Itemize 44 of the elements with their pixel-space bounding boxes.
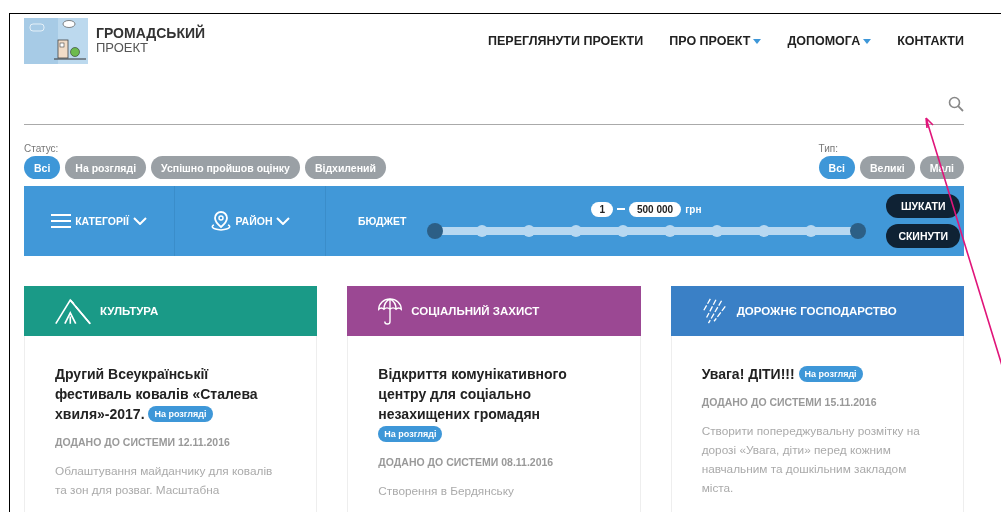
project-card[interactable]: Увага! ДІТИ!!! На розгляді ДОДАНО ДО СИСТЕМИ 15.11.2016 Створити попереджувальну розмітку на дорозі «Увага, діти» перед кожним навчальним та дошкільним закладом міста. — [670, 336, 964, 512]
chevron-down-icon — [132, 217, 147, 225]
chevron-down-icon — [276, 217, 291, 225]
project-description: Облаштування майданчику для ковалів та зон для розваг. Масштабна — [55, 463, 274, 499]
nav-link[interactable]: КОНТАКТИ — [897, 34, 964, 48]
filter-label: Тип: — [818, 143, 840, 154]
date-added: ДОДАНО ДО СИСТЕМИ 08.11.2016 — [378, 456, 555, 468]
project-title[interactable]: Увага! ДІТИ!!! На розгляді — [701, 364, 929, 384]
budget-label: БЮДЖЕТ — [358, 215, 407, 227]
category-header[interactable]: СОЦІАЛЬНИЙ ЗАХИСТ — [347, 286, 641, 336]
project-title[interactable]: Другий Всеукраїнськії фестиваль ковалів «Сталева хвиля»-2017. На розгляді — [55, 364, 283, 424]
slider-handle[interactable] — [850, 222, 867, 239]
filter-button[interactable]: СКИНУТИ — [886, 224, 960, 248]
project-card[interactable]: Відкриття комунікативного центру для соціально незахищених громадян На розгляді ДОДАНО ДО СИСТЕМИ 08.11.2016 Створення в Бердянську — [347, 336, 641, 512]
project-title[interactable]: Відкриття комунікативного центру для соціально незахищених громадян На розгляді — [378, 364, 606, 444]
project-card[interactable]: Другий Всеукраїнськії фестиваль ковалів «Сталева хвиля»-2017. На розгляді ДОДАНО ДО СИСТЕМИ 12.11.2016 Облаштування майданчику для ковалів та зон для розваг. Масштабна — [24, 336, 318, 512]
search-icon[interactable] — [948, 96, 964, 112]
category-header[interactable]: ДОРОЖНЄ ГОСПОДАРСТВО — [670, 286, 964, 336]
project-description: Створити попереджувальну розмітку на дорозі «Увага, діти» перед кожним навчальним та дошкільним закладом міста. — [701, 423, 921, 497]
nav-link[interactable]: ДОПОМОГА — [787, 34, 872, 48]
umbrella-icon — [377, 296, 404, 326]
filter-button[interactable]: ШУКАТИ — [886, 194, 960, 218]
logo-drawing[interactable] — [24, 18, 88, 64]
filter-label: Статус: — [24, 143, 60, 154]
caret-icon[interactable] — [753, 38, 762, 44]
budget-slider[interactable] — [426, 222, 867, 239]
menu-icon — [51, 214, 72, 228]
status-badge: На розгляді — [148, 406, 213, 422]
budget-to-value[interactable]: 500 000 — [629, 201, 682, 217]
status-badge: На розгляді — [798, 366, 863, 382]
logo-subtitle: ПРОЕКТ — [96, 41, 149, 55]
caret-icon[interactable] — [863, 38, 872, 44]
currency-label: грн — [685, 203, 702, 215]
date-added: ДОДАНО ДО СИСТЕМИ 12.11.2016 — [55, 436, 231, 448]
location-pin-icon — [209, 211, 232, 231]
tent-icon — [54, 297, 92, 325]
project-description: Створення в Бердянську — [378, 483, 515, 500]
nav-link[interactable]: ПРО ПРОЕКТ — [669, 34, 762, 48]
budget-from-value[interactable]: 1 — [591, 201, 613, 217]
logo-title: ГРОМАДСЬКИЙ — [96, 26, 206, 41]
status-badge: На розгляді — [378, 426, 443, 442]
slider-handle[interactable] — [426, 222, 443, 239]
date-added: ДОДАНО ДО СИСТЕМИ 15.11.2016 — [701, 396, 878, 408]
nav-link[interactable]: ПЕРЕГЛЯНУТИ ПРОЕКТИ — [488, 34, 644, 48]
